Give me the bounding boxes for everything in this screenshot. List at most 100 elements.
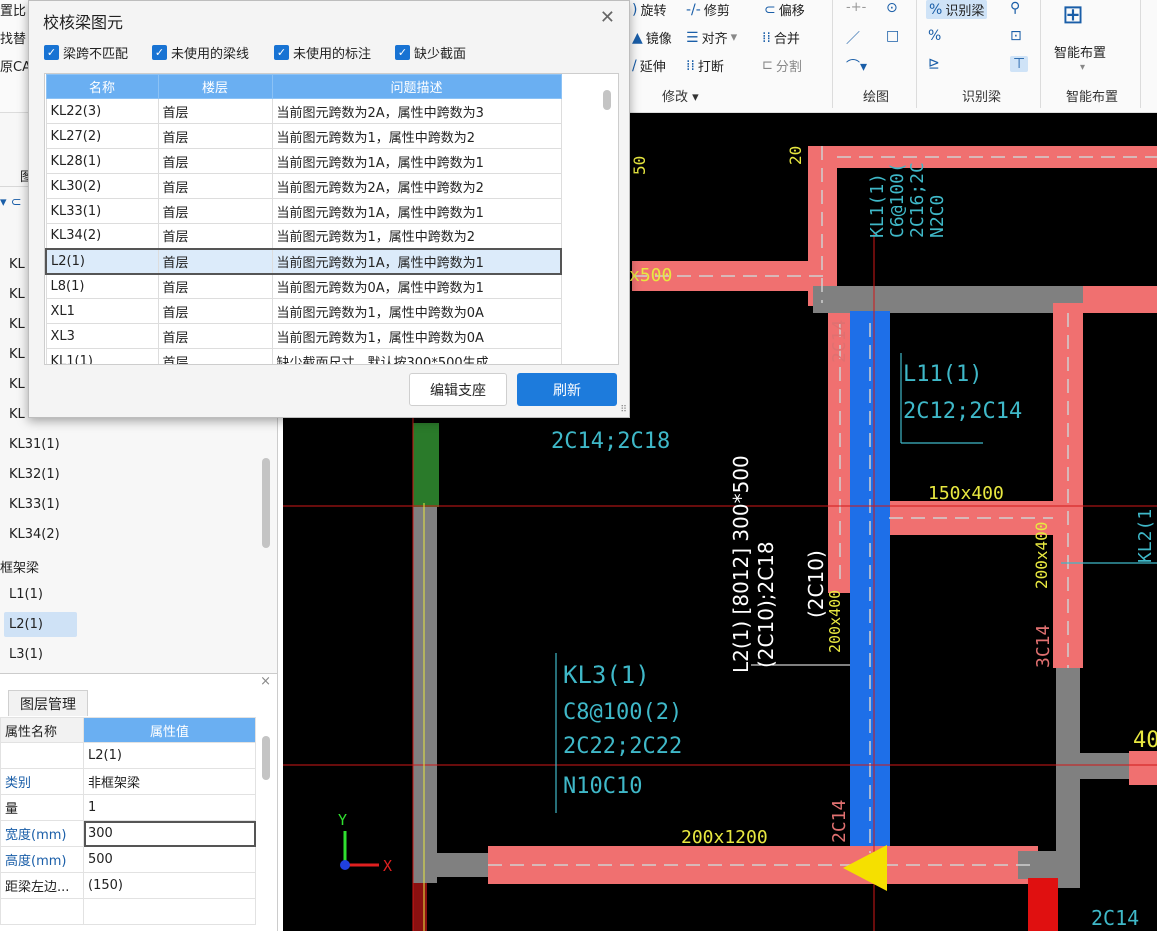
grid-scrollbar[interactable] bbox=[603, 90, 611, 110]
draw-circle-icon[interactable]: ⊙ bbox=[886, 0, 898, 16]
recognize-support-icon[interactable]: ⊵ bbox=[928, 56, 940, 72]
break-button[interactable]: ⁞⁞ 打断 bbox=[686, 56, 724, 76]
smart-layout-dropdown-icon[interactable]: ▾ bbox=[1080, 62, 1085, 73]
column-hatched[interactable] bbox=[413, 423, 439, 507]
row-description-cell: 当前图元跨数为1，属性中跨数为2 bbox=[271, 223, 562, 249]
ribbon-clipped-1[interactable]: 置比 bbox=[0, 0, 26, 19]
tree-folder-non-frame-beam[interactable]: 框架梁 bbox=[0, 557, 39, 576]
table-row[interactable]: KL33(1) 首层 当前图元跨数为1A，属性中跨数为1 bbox=[45, 198, 562, 224]
table-row[interactable]: KL30(2) 首层 当前图元跨数为2A，属性中跨数为2 bbox=[45, 173, 562, 199]
rotate-button[interactable]: ) 旋转 bbox=[632, 0, 666, 20]
extend-button[interactable]: / 延伸 bbox=[632, 56, 666, 76]
table-row[interactable]: XL1 首层 当前图元跨数为1，属性中跨数为0A bbox=[45, 298, 562, 324]
beam-right-stub[interactable] bbox=[1083, 286, 1157, 313]
row-description-cell: 当前图元跨数为0A，属性中跨数为1 bbox=[271, 273, 562, 299]
tree-item[interactable]: KL bbox=[9, 407, 25, 422]
smart-layout-button[interactable]: 智能布置 bbox=[1054, 42, 1106, 61]
property-value[interactable] bbox=[83, 898, 256, 925]
edit-support-button[interactable]: 编辑支座 bbox=[409, 373, 507, 406]
beam-left-gray[interactable] bbox=[413, 503, 437, 883]
property-value[interactable]: 非框架梁 bbox=[83, 768, 256, 795]
mirror-button[interactable]: ▲ 镜像 bbox=[632, 28, 672, 48]
row-floor-cell: 首层 bbox=[157, 348, 273, 364]
tree-item[interactable]: L1(1) bbox=[9, 587, 43, 602]
refresh-button[interactable]: 刷新 bbox=[517, 373, 617, 406]
draw-point-icon[interactable]: -+- bbox=[846, 0, 866, 15]
tree-item[interactable]: KL bbox=[9, 347, 25, 362]
recognize-verify-icon[interactable]: ⊤ bbox=[1010, 56, 1029, 72]
property-value[interactable]: L2(1) bbox=[83, 742, 256, 769]
filter-unused-beam-lines[interactable]: ✓ 未使用的梁线 bbox=[152, 43, 249, 62]
column-header-floor[interactable]: 楼层 bbox=[157, 74, 273, 99]
resize-grip-icon[interactable]: ⠿ bbox=[620, 405, 627, 415]
tree-scrollbar[interactable] bbox=[262, 458, 270, 548]
property-row[interactable]: L2(1) bbox=[0, 742, 256, 769]
property-value[interactable]: 300 bbox=[83, 820, 256, 847]
beam-gray-top[interactable] bbox=[813, 286, 1083, 313]
row-floor-cell: 首层 bbox=[157, 98, 273, 124]
column-header-name[interactable]: 名称 bbox=[45, 74, 159, 99]
tree-item[interactable]: KL32(1) bbox=[9, 467, 60, 482]
trim-button[interactable]: -/- 修剪 bbox=[686, 0, 730, 20]
tree-item[interactable]: KL33(1) bbox=[9, 497, 60, 512]
tree-item[interactable]: KL34(2) bbox=[9, 527, 60, 542]
property-row[interactable]: 距梁左边... (150) bbox=[0, 872, 256, 899]
column-bottom-left[interactable] bbox=[413, 883, 427, 931]
table-row[interactable]: KL22(3) 首层 当前图元跨数为2A，属性中跨数为3 bbox=[45, 98, 562, 124]
recognize-tool-icon[interactable]: ⚲ bbox=[1010, 0, 1020, 16]
recognize-group-label: 识别梁 bbox=[962, 90, 1002, 105]
recognize-beam-button[interactable]: % 识别梁 bbox=[926, 0, 988, 19]
tree-item[interactable]: KL bbox=[9, 257, 25, 272]
ribbon-clipped-3[interactable]: 原CA bbox=[0, 56, 31, 75]
table-row[interactable]: L2(1) 首层 当前图元跨数为1A，属性中跨数为1 bbox=[45, 247, 562, 275]
column-header-description[interactable]: 问题描述 bbox=[271, 74, 562, 99]
filter-missing-section[interactable]: ✓ 缺少截面 bbox=[395, 43, 466, 62]
recognize-check-icon[interactable]: ⊡ bbox=[1010, 28, 1022, 44]
row-name-cell: L8(1) bbox=[45, 273, 159, 299]
label-200x400-b: 200x400 bbox=[826, 590, 844, 653]
beam-right-end[interactable] bbox=[1129, 751, 1157, 785]
table-row[interactable]: KL34(2) 首层 当前图元跨数为1，属性中跨数为2 bbox=[45, 223, 562, 249]
draw-rect-icon[interactable]: □ bbox=[886, 28, 899, 44]
tree-item[interactable]: KL bbox=[9, 317, 25, 332]
row-floor-cell: 首层 bbox=[157, 148, 273, 174]
property-row[interactable]: 宽度(mm) 300 bbox=[0, 820, 256, 847]
tree-item[interactable]: L3(1) bbox=[9, 647, 43, 662]
tab-layer-management[interactable]: 图层管理 bbox=[8, 690, 88, 716]
split-button[interactable]: ⊏ 分割 bbox=[762, 56, 802, 75]
column-red[interactable] bbox=[1028, 878, 1058, 931]
label-3c14: 3C14 bbox=[1033, 625, 1054, 668]
align-button[interactable]: ☰ 对齐 ▾ bbox=[686, 28, 737, 48]
offset-button[interactable]: ⊂ 偏移 bbox=[764, 0, 805, 20]
property-value[interactable]: (150) bbox=[83, 872, 256, 899]
merge-button[interactable]: ⁞⁞ 合并 bbox=[762, 28, 800, 48]
property-row[interactable]: 高度(mm) 500 bbox=[0, 846, 256, 873]
tree-item[interactable]: KL bbox=[9, 287, 25, 302]
table-row[interactable]: XL3 首层 当前图元跨数为1，属性中跨数为0A bbox=[45, 323, 562, 349]
tree-item[interactable]: KL31(1) bbox=[9, 437, 60, 452]
modify-group-label[interactable]: 修改 ▾ bbox=[662, 86, 699, 105]
property-value[interactable]: 500 bbox=[83, 846, 256, 873]
table-row[interactable]: KL1(1) 首层 缺少截面尺寸，默认按300*500生成 bbox=[45, 348, 562, 364]
ribbon-clipped-2[interactable]: 找替 bbox=[0, 28, 26, 47]
draw-line-icon[interactable]: ／ bbox=[846, 28, 860, 48]
close-icon[interactable]: × bbox=[260, 674, 271, 689]
smart-layout-icon[interactable]: ⊞ bbox=[1062, 0, 1084, 30]
tree-item[interactable]: KL bbox=[9, 377, 25, 392]
properties-scrollbar[interactable] bbox=[262, 736, 270, 780]
label-2c14-top: 2C14 bbox=[829, 320, 850, 363]
recognize-edit-icon[interactable]: % bbox=[928, 28, 941, 44]
property-value[interactable]: 1 bbox=[83, 794, 256, 821]
tree-toolbar-icon[interactable]: ▾ ⊂ bbox=[0, 195, 22, 210]
tree-item[interactable]: L2(1) bbox=[9, 617, 43, 632]
close-icon[interactable]: ✕ bbox=[600, 7, 615, 28]
property-row[interactable]: 类别 非框架梁 bbox=[0, 768, 256, 795]
filter-span-mismatch[interactable]: ✓ 梁跨不匹配 bbox=[44, 43, 128, 62]
table-row[interactable]: KL28(1) 首层 当前图元跨数为1A，属性中跨数为1 bbox=[45, 148, 562, 174]
draw-arc-icon[interactable]: ⌒▾ bbox=[846, 56, 867, 76]
filter-unused-annotations[interactable]: ✓ 未使用的标注 bbox=[274, 43, 371, 62]
table-row[interactable]: L8(1) 首层 当前图元跨数为0A，属性中跨数为1 bbox=[45, 273, 562, 299]
table-row[interactable]: KL27(2) 首层 当前图元跨数为1，属性中跨数为2 bbox=[45, 123, 562, 149]
property-value-header: 属性值 bbox=[83, 717, 256, 743]
property-row[interactable]: 量1 bbox=[0, 794, 256, 821]
